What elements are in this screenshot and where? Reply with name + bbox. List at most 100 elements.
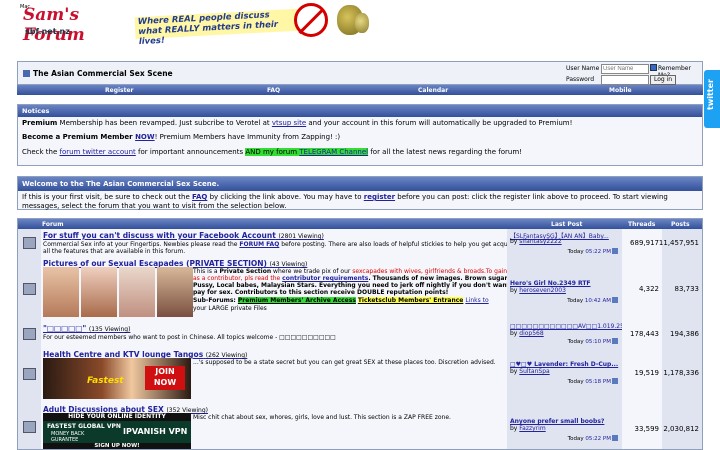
last-post-title[interactable]: Hero's Girl No.2349 RTF — [510, 280, 591, 287]
sub-forum-archive[interactable]: Premium Members' Archive Access — [237, 297, 356, 304]
last-post-user[interactable]: Fazzyrim — [519, 425, 545, 432]
go-to-last-post-icon[interactable] — [612, 248, 618, 254]
forum-cell: Adult Discussions about SEX (352 Viewing… — [41, 401, 507, 449]
time-text: 05:22 PM — [585, 436, 611, 442]
sub-forums-label: Sub-Forums: — [193, 297, 238, 304]
last-post-by: by Fazzyrim — [510, 425, 546, 432]
escapade-thumbnail[interactable] — [119, 267, 155, 317]
forum-cell: Health Centre and KTV lounge Tangos (262… — [41, 347, 507, 401]
escapade-thumbnail[interactable] — [157, 267, 193, 317]
welcome-register-link[interactable]: register — [364, 193, 395, 201]
now-link[interactable]: NOW — [135, 133, 155, 141]
notice-text: and your account in this forum will auto… — [306, 119, 573, 127]
day-text: Today — [567, 339, 586, 345]
sub-forum-links[interactable]: Links to — [465, 297, 488, 304]
no-sign-icon — [294, 3, 328, 37]
username-input[interactable] — [601, 64, 649, 74]
forum-faq-link[interactable]: FORUM FAQ — [239, 241, 279, 248]
last-post-user[interactable]: sifantasy2222 — [519, 238, 561, 245]
menu-mobile[interactable]: Mobile — [609, 87, 632, 94]
last-post-user[interactable]: heroseven2003 — [519, 287, 566, 294]
forum-desc: as a contributor, pls read the contribut… — [193, 275, 529, 282]
twitter-follow-tab[interactable]: twitter — [704, 70, 720, 128]
desc-text: where we trade pix of our — [271, 268, 353, 275]
posts-count: 1,178,336 — [663, 369, 699, 377]
last-post-title[interactable]: Anyone prefer small boobs? — [510, 418, 604, 425]
time-text: 05:10 PM — [585, 339, 611, 345]
ad-join-now[interactable]: JOIN NOW — [145, 366, 185, 390]
menu-register[interactable]: Register — [105, 87, 134, 94]
col-posts: Posts — [671, 221, 690, 228]
forum-folder-icon — [23, 283, 36, 295]
go-to-last-post-icon[interactable] — [612, 338, 618, 344]
forum-row: "□□□□□" (135 Viewing) For our esteemed m… — [18, 321, 702, 348]
contributor-req-link[interactable]: contributor requirements — [282, 275, 368, 282]
forum-folder-icon — [23, 237, 36, 249]
forum-desc: ...'s supposed to be a state secret but … — [193, 359, 496, 366]
forum-desc: For our esteemed members who want to pos… — [43, 334, 336, 341]
go-to-last-post-icon[interactable] — [612, 297, 618, 303]
last-post-time: Today 05:22 PM — [568, 435, 618, 442]
ad-sign-up[interactable]: SIGN UP NOW! — [43, 443, 191, 449]
forum-row: Health Centre and KTV lounge Tangos (262… — [18, 347, 702, 402]
forum-title-link[interactable]: "□□□□□" (135 Viewing) — [43, 324, 130, 333]
forum-title[interactable]: The Asian Commercial Sex Scene — [23, 69, 173, 78]
forum-desc: your LARGE private Files — [193, 305, 267, 312]
last-post-user[interactable]: diop568 — [519, 330, 543, 337]
desc-red: sexcapades with wives, girlfriends & bro… — [352, 268, 530, 275]
last-post-title[interactable]: □♥□♥ Lavender: Fresh D-Cup... — [510, 361, 618, 368]
password-input[interactable] — [601, 75, 649, 85]
last-post-cell: 【SLFantasySG】【AN AN】Baby... by sifantasy… — [507, 229, 622, 257]
ad-money-back: MONEY BACK GURANTEE — [51, 431, 85, 443]
site-logo[interactable]: Mac Sam's Forum sbf.net.nz — [17, 3, 129, 45]
last-post-cell: Hero's Girl No.2349 RTF by heroseven2003… — [507, 257, 622, 321]
vtsup-link[interactable]: vtsup site — [272, 119, 306, 127]
banner-tagline: Where REAL people discuss what REALLY ma… — [134, 8, 299, 47]
forum-title-link[interactable]: For stuff you can't discuss with your Fa… — [43, 231, 324, 240]
header-banner[interactable]: Mac Sam's Forum sbf.net.nz Where REAL pe… — [17, 3, 369, 47]
username-label: User Name — [566, 65, 600, 72]
forum-title-text[interactable]: For stuff you can't discuss with your Fa… — [43, 231, 276, 240]
menu-calendar[interactable]: Calendar — [418, 87, 448, 94]
remember-checkbox[interactable] — [650, 64, 657, 71]
twitter-account-link[interactable]: forum twitter account — [59, 148, 135, 156]
ad-banner-vpn[interactable]: HIDE YOUR ONLINE IDENTITY FASTEST GLOBAL… — [43, 413, 191, 449]
last-post-time: Today 10:42 AM — [567, 297, 618, 304]
welcome-faq-link[interactable]: FAQ — [192, 193, 207, 201]
last-post-cell: □□□□□□□□□□□□AV□□1.019.25M/M... by diop56… — [507, 321, 642, 347]
forum-title-text[interactable]: "□□□□□" — [43, 324, 86, 333]
ad-banner-health[interactable]: Fastest JOIN NOW — [43, 358, 191, 399]
password-label: Password — [566, 76, 595, 83]
forum-cell: For stuff you can't discuss with your Fa… — [41, 229, 541, 257]
posts-cell: 1,178,336 — [662, 347, 702, 401]
col-threads: Threads — [628, 221, 656, 228]
forum-viewing-count: (262 Viewing) — [205, 352, 248, 359]
threads-cell: 19,519 — [622, 347, 662, 401]
forum-desc: Misc chit chat about sex, whores, girls,… — [193, 414, 451, 421]
notice-premium-cta: Become a Premium Member — [22, 133, 136, 141]
escapade-thumbnail[interactable] — [43, 267, 79, 317]
main-menu: Register FAQ Calendar Mobile — [17, 85, 703, 95]
telegram-link[interactable]: TELEGRAM Channel — [299, 148, 369, 156]
navbar: The Asian Commercial Sex Scene User Name… — [17, 61, 703, 85]
menu-faq[interactable]: FAQ — [267, 87, 280, 94]
login-button[interactable]: Log in — [650, 75, 676, 85]
posts-count: 2,030,812 — [663, 425, 699, 433]
forum-cell: "□□□□□" (135 Viewing) For our esteemed m… — [41, 321, 507, 347]
last-post-by: by SultanSpa — [510, 368, 550, 375]
row-icon-cell — [18, 229, 41, 257]
row-icon-cell — [18, 321, 41, 347]
forum-desc: pay for sex. Contributors to this sectio… — [193, 289, 449, 296]
threads-cell: 689,917 — [622, 229, 662, 257]
welcome-header: Welcome to the The Asian Commercial Sex … — [18, 177, 702, 191]
go-to-last-post-icon[interactable] — [612, 378, 618, 384]
last-post-user[interactable]: SultanSpa — [519, 368, 549, 375]
day-text: Today — [567, 436, 586, 442]
forum-folder-icon — [23, 421, 36, 433]
welcome-text-a: If this is your first visit, be sure to … — [22, 193, 192, 201]
escapade-thumbnail[interactable] — [81, 267, 117, 317]
go-to-last-post-icon[interactable] — [612, 435, 618, 441]
forum-viewing-count: (43 Viewing) — [269, 261, 308, 268]
sub-forum-ticketsclub[interactable]: Ticketsclub Members' Entrance — [357, 297, 464, 304]
posts-count: 11,457,951 — [658, 239, 699, 247]
